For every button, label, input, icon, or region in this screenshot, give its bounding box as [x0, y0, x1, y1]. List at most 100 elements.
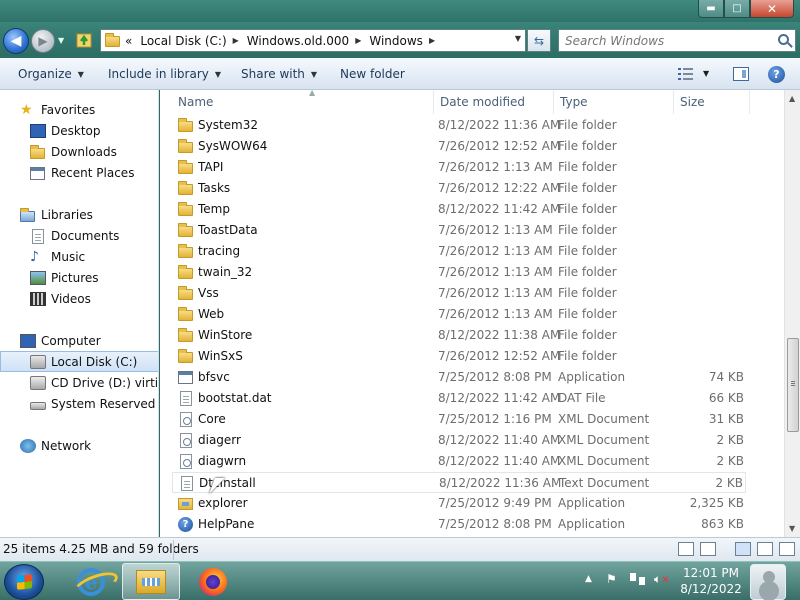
- file-date-modified: 7/25/2012 8:08 PM: [438, 517, 552, 531]
- search-box[interactable]: [558, 29, 796, 52]
- file-row[interactable]: ToastData 7/26/2012 1:13 AM File folder: [172, 220, 746, 241]
- file-row[interactable]: Vss 7/26/2012 1:13 AM File folder: [172, 283, 746, 304]
- breadcrumb-windows-old[interactable]: Windows.old.000 ▶: [243, 34, 366, 48]
- minimize-button[interactable]: ▬: [698, 0, 724, 18]
- address-bar[interactable]: « Local Disk (C:) ▶ Windows.old.000 ▶ Wind…: [100, 29, 526, 52]
- scroll-up-arrow[interactable]: ▲: [789, 94, 795, 103]
- user-account-icon[interactable]: [750, 564, 786, 600]
- nav-network[interactable]: Network: [0, 435, 158, 456]
- nav-cd-drive-d[interactable]: CD Drive (D:) virtio-w: [0, 372, 158, 393]
- file-row[interactable]: bootstat.dat 8/12/2022 11:42 AM DAT File 66…: [172, 388, 746, 409]
- breadcrumb-windows[interactable]: Windows ▶: [365, 34, 439, 48]
- scroll-thumb[interactable]: [787, 338, 799, 432]
- search-icon[interactable]: [778, 34, 789, 45]
- file-row[interactable]: Web 7/26/2012 1:13 AM File folder: [172, 304, 746, 325]
- file-name: HelpPane: [198, 517, 255, 531]
- maximize-button[interactable]: □: [724, 0, 750, 18]
- nav-system-reserved-e[interactable]: System Reserved (E:): [0, 393, 158, 414]
- forward-button[interactable]: ▶: [31, 29, 55, 53]
- layout-button-3[interactable]: [779, 542, 795, 556]
- file-name: explorer: [198, 496, 248, 510]
- file-size: 863 KB: [701, 517, 744, 531]
- nav-documents[interactable]: Documents: [0, 225, 158, 246]
- file-row[interactable]: ? HelpPane 7/25/2012 8:08 PM Application 863…: [172, 514, 746, 535]
- nav-music[interactable]: ♪ Music: [0, 246, 158, 267]
- column-header-size[interactable]: Size: [674, 90, 750, 114]
- file-type: File folder: [558, 286, 617, 300]
- volume-muted-icon[interactable]: 🔈︎✕: [654, 572, 670, 587]
- file-type: DAT File: [558, 391, 606, 405]
- nav-computer[interactable]: Computer: [0, 330, 158, 351]
- change-view-icon[interactable]: [678, 68, 693, 80]
- address-history-dropdown[interactable]: ▼: [515, 34, 521, 43]
- refresh-button[interactable]: ⇆: [527, 29, 551, 52]
- preview-pane-button[interactable]: [733, 67, 749, 81]
- file-name: TAPI: [198, 160, 224, 174]
- action-center-flag-icon[interactable]: ⚑: [606, 572, 617, 586]
- file-row[interactable]: DtcInstall 8/12/2022 11:36 AM Text Documen…: [172, 472, 746, 493]
- nav-recent-places[interactable]: Recent Places: [0, 162, 158, 183]
- layout-button-1[interactable]: [735, 542, 751, 556]
- cd-drive-icon: [30, 375, 46, 390]
- file-row[interactable]: diagwrn 8/12/2022 11:40 AM XML Document 2 K…: [172, 451, 746, 472]
- details-view-button[interactable]: [678, 542, 694, 556]
- nav-pictures[interactable]: Pictures: [0, 267, 158, 288]
- breadcrumb-overflow[interactable]: «: [121, 34, 136, 48]
- column-header-name[interactable]: Name ▲: [172, 90, 434, 114]
- share-with-button[interactable]: Share with ▼: [241, 67, 317, 81]
- help-button[interactable]: ?: [768, 66, 785, 83]
- file-size: 2 KB: [715, 476, 743, 490]
- nav-videos[interactable]: Videos: [0, 288, 158, 309]
- file-row[interactable]: diagerr 8/12/2022 11:40 AM XML Document 2 K…: [172, 430, 746, 451]
- folder-up-icon[interactable]: [76, 31, 94, 49]
- file-row[interactable]: Core 7/25/2012 1:16 PM XML Document 31 KB: [172, 409, 746, 430]
- layout-button-2[interactable]: [757, 542, 773, 556]
- search-input[interactable]: [565, 33, 770, 48]
- view-options-dropdown[interactable]: ▼: [703, 69, 709, 78]
- column-header-date[interactable]: Date modified: [434, 90, 554, 114]
- nav-local-disk-c[interactable]: Local Disk (C:): [0, 351, 158, 372]
- chevron-right-icon[interactable]: ▶: [233, 36, 239, 45]
- status-text: 25 items 4.25 MB and 59 folders: [3, 542, 199, 556]
- taskbar-firefox[interactable]: [184, 563, 242, 600]
- large-icons-view-button[interactable]: [700, 542, 716, 556]
- include-in-library-button[interactable]: Include in library ▼: [108, 67, 221, 81]
- file-row[interactable]: twain_32 7/26/2012 1:13 AM File folder: [172, 262, 746, 283]
- start-button[interactable]: [4, 564, 44, 600]
- file-row[interactable]: System32 8/12/2022 11:36 AM File folder: [172, 115, 746, 136]
- file-row[interactable]: tracing 7/26/2012 1:13 AM File folder: [172, 241, 746, 262]
- vertical-scrollbar[interactable]: ▲ ▼: [784, 90, 800, 537]
- file-type: File folder: [558, 160, 617, 174]
- file-date-modified: 8/12/2022 11:36 AM: [438, 118, 561, 132]
- nav-downloads[interactable]: Downloads: [0, 141, 158, 162]
- file-row[interactable]: Temp 8/12/2022 11:42 AM File folder: [172, 199, 746, 220]
- file-row[interactable]: WinSxS 7/26/2012 12:52 AM File folder: [172, 346, 746, 367]
- show-hidden-icons-arrow[interactable]: ▲: [585, 574, 592, 584]
- network-tray-icon[interactable]: [630, 573, 646, 587]
- taskbar-internet-explorer[interactable]: e: [62, 563, 120, 600]
- new-folder-button[interactable]: New folder: [340, 67, 405, 81]
- file-row[interactable]: TAPI 7/26/2012 1:13 AM File folder: [172, 157, 746, 178]
- file-row[interactable]: bfsvc 7/25/2012 8:08 PM Application 74 KB: [172, 367, 746, 388]
- file-row[interactable]: Tasks 7/26/2012 12:22 AM File folder: [172, 178, 746, 199]
- nav-desktop[interactable]: Desktop: [0, 120, 158, 141]
- organize-button[interactable]: Organize ▼: [18, 67, 84, 81]
- command-bar: Organize ▼ Include in library ▼ Share with…: [0, 58, 800, 90]
- file-row[interactable]: SysWOW64 7/26/2012 12:52 AM File folder: [172, 136, 746, 157]
- chevron-right-icon[interactable]: ▶: [429, 36, 435, 45]
- chevron-right-icon[interactable]: ▶: [355, 36, 361, 45]
- recent-pages-dropdown[interactable]: ▼: [58, 36, 64, 45]
- close-button[interactable]: ✕: [750, 0, 794, 18]
- nav-favorites[interactable]: ★ Favorites: [0, 99, 158, 120]
- file-name: SysWOW64: [198, 139, 268, 153]
- file-row[interactable]: WinStore 8/12/2022 11:38 AM File folder: [172, 325, 746, 346]
- breadcrumb-local-disk[interactable]: Local Disk (C:) ▶: [136, 34, 242, 48]
- nav-libraries[interactable]: Libraries: [0, 204, 158, 225]
- scroll-down-arrow[interactable]: ▼: [789, 524, 795, 533]
- system-clock[interactable]: 12:01 PM 8/12/2022: [676, 565, 746, 597]
- file-type: Text Document: [559, 476, 650, 490]
- column-header-type[interactable]: Type: [554, 90, 674, 114]
- back-button[interactable]: ◀: [3, 28, 29, 54]
- taskbar-windows-explorer[interactable]: [122, 563, 180, 600]
- file-row[interactable]: explorer 7/25/2012 9:49 PM Application 2,32…: [172, 493, 746, 514]
